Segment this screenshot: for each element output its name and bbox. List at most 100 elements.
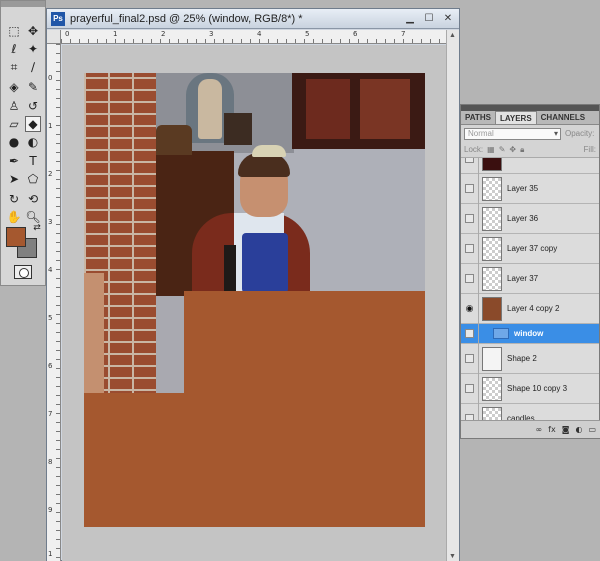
- layer-row[interactable]: Shape 10 copy 3: [461, 373, 599, 404]
- 3d-rotate-tool-icon[interactable]: ↻: [6, 191, 22, 207]
- lock-transparency-icon[interactable]: ▦: [487, 145, 495, 154]
- layer-name: Shape 10 copy 3: [507, 384, 568, 393]
- lock-image-icon[interactable]: ✎: [499, 145, 506, 154]
- lasso-tool-icon[interactable]: ℓ: [6, 41, 22, 57]
- visibility-box-icon: [465, 384, 474, 393]
- type-tool-icon[interactable]: T: [25, 153, 41, 169]
- ruler-number: 5: [305, 30, 310, 38]
- scroll-up-icon[interactable]: ▲: [449, 32, 456, 39]
- ruler-number: 4: [48, 266, 53, 274]
- visibility-toggle[interactable]: [461, 263, 479, 294]
- tab-channels[interactable]: CHANNELS: [537, 111, 589, 124]
- blur-tool-icon[interactable]: ●: [6, 134, 22, 150]
- layer-list[interactable]: Layer 35 Layer 36 Layer 37 copy Layer 37…: [461, 158, 599, 428]
- hand-tool-icon[interactable]: ✋: [6, 209, 22, 225]
- layer-row[interactable]: Layer 37: [461, 263, 599, 294]
- ruler-number: 1: [113, 30, 118, 38]
- eraser-tool-icon[interactable]: ▱: [6, 116, 22, 132]
- visibility-toggle[interactable]: [461, 373, 479, 404]
- ruler-number: 6: [48, 362, 53, 370]
- clone-stamp-tool-icon[interactable]: ♙: [6, 98, 22, 114]
- layer-row[interactable]: Layer 35: [461, 173, 599, 204]
- ruler-origin[interactable]: [47, 30, 61, 44]
- layer-row[interactable]: Layer 37 copy: [461, 233, 599, 264]
- brush-tool-icon[interactable]: ✎: [25, 79, 41, 95]
- layer-name: window: [514, 329, 544, 338]
- ruler-number: 5: [48, 314, 53, 322]
- marquee-tool-icon[interactable]: ⬚: [6, 23, 22, 39]
- tab-layers[interactable]: LAYERS: [494, 111, 537, 124]
- tab-paths[interactable]: PATHS: [461, 111, 495, 124]
- pen-tool-icon[interactable]: ✒: [6, 153, 22, 169]
- vertical-scrollbar[interactable]: ▲ ▼: [446, 30, 459, 561]
- coffee-grinder: [224, 113, 252, 145]
- minimize-button[interactable]: ▁: [402, 12, 418, 26]
- floor-tiles: [84, 273, 104, 393]
- layer-thumbnail: [482, 346, 502, 371]
- shape-tool-icon[interactable]: ⬠: [25, 171, 41, 187]
- layer-name: Layer 4 copy 2: [507, 304, 560, 313]
- link-layers-icon[interactable]: ∞: [535, 425, 542, 434]
- canvas-artwork[interactable]: [84, 73, 425, 527]
- layer-name: Layer 36: [507, 214, 539, 223]
- visibility-toggle[interactable]: [461, 323, 479, 344]
- visibility-toggle[interactable]: [461, 203, 479, 234]
- path-selection-tool-icon[interactable]: ➤: [6, 171, 22, 187]
- painted-floor-area: [84, 393, 425, 527]
- new-group-icon[interactable]: ▭: [588, 425, 596, 434]
- foreground-color-swatch[interactable]: [6, 227, 26, 247]
- layer-row[interactable]: ◉ Layer 4 copy 2: [461, 293, 599, 324]
- layer-row[interactable]: Layer 36: [461, 203, 599, 234]
- move-tool-icon[interactable]: ✥: [25, 23, 41, 39]
- layer-thumbnail: [482, 266, 502, 291]
- visibility-toggle[interactable]: [461, 158, 479, 174]
- layer-mask-icon[interactable]: ◙: [562, 425, 570, 434]
- eyedropper-tool-icon[interactable]: ∕: [25, 59, 41, 75]
- healing-brush-tool-icon[interactable]: ◈: [6, 79, 22, 95]
- visibility-toggle[interactable]: [461, 233, 479, 264]
- ruler-number: 8: [48, 458, 53, 466]
- tools-panel-grip[interactable]: [1, 1, 45, 7]
- ruler-number: 7: [48, 410, 53, 418]
- visibility-toggle[interactable]: [461, 343, 479, 374]
- visibility-toggle[interactable]: ◉: [461, 293, 479, 324]
- ruler-number: 2: [161, 30, 166, 38]
- paint-bucket-tool-icon[interactable]: ◆: [25, 116, 41, 132]
- ruler-number: 0: [48, 74, 53, 82]
- ruler-number: 9: [48, 506, 53, 514]
- layer-thumbnail: [482, 376, 502, 401]
- document-titlebar[interactable]: Ps prayerful_final2.psd @ 25% (window, R…: [47, 9, 459, 29]
- ruler-number: 3: [48, 218, 53, 226]
- adjustment-layer-icon[interactable]: ◐: [575, 425, 582, 434]
- vertical-ruler[interactable]: 0 1 2 3 4 5 6 7 8 9 1: [47, 44, 61, 561]
- cap: [252, 145, 286, 157]
- crop-tool-icon[interactable]: ⌗: [6, 59, 22, 75]
- ruler-number: 0: [65, 30, 70, 38]
- layer-row[interactable]: [461, 158, 599, 174]
- history-brush-tool-icon[interactable]: ↺: [25, 98, 41, 114]
- maximize-button[interactable]: ☐: [421, 12, 437, 26]
- bottle: [224, 245, 236, 295]
- close-button[interactable]: ✕: [440, 12, 456, 26]
- basket: [156, 125, 192, 155]
- ruler-number: 1: [48, 550, 53, 558]
- scroll-down-icon[interactable]: ▼: [449, 553, 456, 560]
- blend-mode-select[interactable]: Normal: [464, 127, 561, 140]
- swap-colors-icon[interactable]: ⇄: [31, 223, 43, 233]
- lock-all-icon[interactable]: 🔒︎: [520, 145, 524, 155]
- layer-style-icon[interactable]: fx: [548, 425, 556, 434]
- lock-position-icon[interactable]: ✥: [509, 145, 516, 154]
- dodge-tool-icon[interactable]: ◐: [25, 134, 41, 150]
- 3d-orbit-tool-icon[interactable]: ⟲: [25, 191, 41, 207]
- document-title: prayerful_final2.psd @ 25% (window, RGB/…: [70, 12, 303, 25]
- ruler-number: 2: [48, 170, 53, 178]
- layer-row[interactable]: Shape 2: [461, 343, 599, 374]
- layer-thumbnail: [482, 158, 502, 171]
- layer-group-row[interactable]: window: [461, 323, 599, 344]
- quick-mask-button[interactable]: [14, 265, 32, 279]
- layer-name: Layer 37 copy: [507, 244, 558, 253]
- horizontal-ruler[interactable]: 0 1 2 3 4 5 6 7: [61, 30, 447, 44]
- magic-wand-tool-icon[interactable]: ✦: [25, 41, 41, 57]
- visibility-toggle[interactable]: [461, 173, 479, 204]
- visibility-box-icon: [465, 158, 474, 163]
